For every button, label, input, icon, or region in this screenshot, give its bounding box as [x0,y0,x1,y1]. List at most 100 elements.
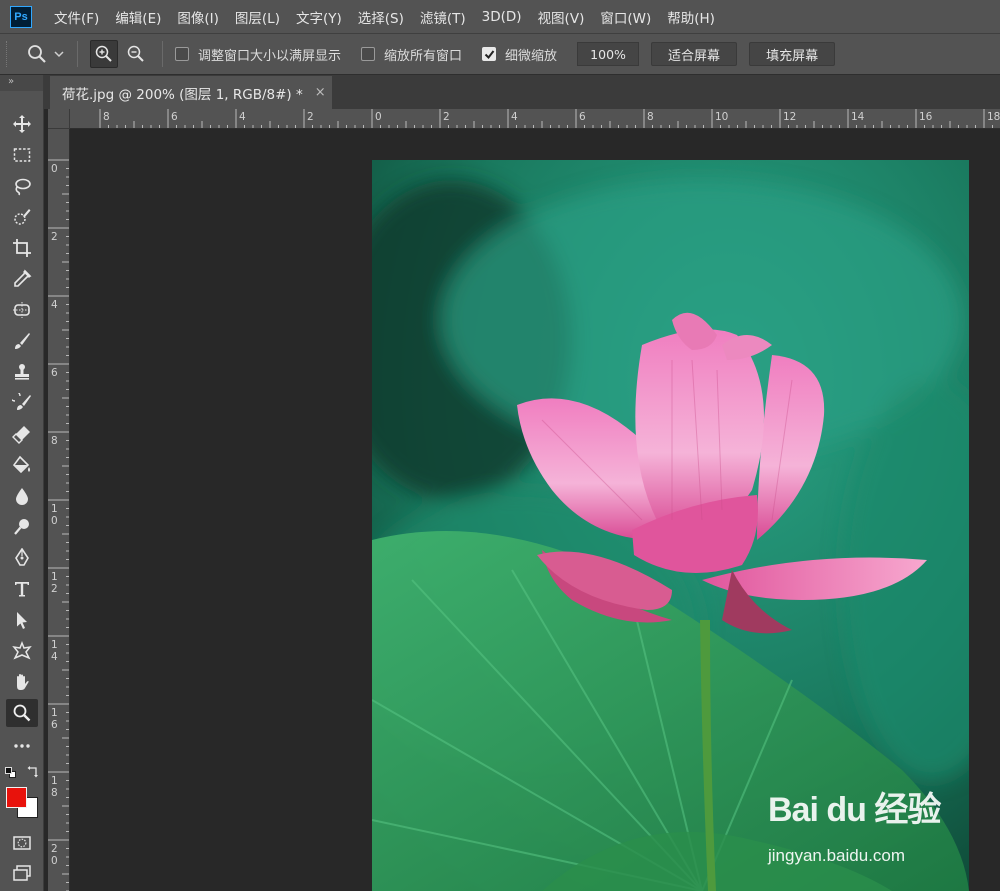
custom-shape-tool[interactable] [6,637,38,665]
type-tool[interactable] [6,575,38,603]
swap-colors-icon[interactable] [26,765,40,779]
ruler-label: 8 [51,787,58,799]
brush-tool[interactable] [6,327,38,355]
dodge-tool[interactable] [6,513,38,541]
baidu-jingyan-watermark: Bai du 经验 jingyan.baidu.com [768,782,948,872]
lasso-tool[interactable] [6,172,38,200]
foreground-color-swatch[interactable] [6,787,27,808]
checkbox-box[interactable] [175,47,189,61]
menu-select[interactable]: 选择(S) [358,7,404,27]
crop-tool[interactable] [6,234,38,262]
chevron-down-icon [54,51,64,58]
blur-tool[interactable] [6,482,38,510]
zoom-icon [13,704,31,722]
ruler-label: 0 [51,515,58,527]
close-icon[interactable]: × [315,85,326,100]
paint-bucket-tool[interactable] [6,451,38,479]
ruler-label: 1 [51,639,58,651]
zoom-out-button[interactable] [122,40,150,68]
document-tab-bar: 荷花.jpg @ 200% (图层 1, RGB/8#) * × [44,75,1000,109]
edit-toolbar-button[interactable] [6,732,38,760]
clone-stamp-tool[interactable] [6,358,38,386]
hand-tool[interactable] [6,668,38,696]
checkbox-box-checked[interactable] [482,47,497,61]
vertical-ruler-ticks: 02468101214161820 [48,159,69,891]
history-brush-icon [12,393,31,410]
ruler-label: 0 [51,163,58,175]
tool-preset-picker[interactable] [26,43,65,65]
pen-icon [15,548,29,566]
eyedropper-tool[interactable] [6,265,38,293]
ruler-label: 2 [443,111,450,123]
zoom-in-icon [95,45,112,62]
checkbox-box[interactable] [361,47,376,61]
zoom-tool-icon [28,45,46,63]
vertical-ruler[interactable]: 02468101214161820 [48,129,70,891]
zoom-all-windows-checkbox[interactable]: 缩放所有窗口 [361,45,462,64]
menu-window[interactable]: 窗口(W) [600,7,651,27]
ruler-label: 6 [171,111,178,123]
type-t-icon [15,582,29,597]
zoom-percent-field[interactable]: 100% [577,42,640,66]
document-tab[interactable]: 荷花.jpg @ 200% (图层 1, RGB/8#) * × [50,76,332,109]
eraser-icon [12,426,30,444]
menu-3d[interactable]: 3D(D) [482,9,522,25]
ruler-label: 4 [51,299,58,311]
marquee-tool[interactable] [6,141,38,169]
ruler-label: 18 [987,111,1000,123]
menu-bar: Ps 文件(F) 编辑(E) 图像(I) 图层(L) 文字(Y) 选择(S) 滤… [0,0,1000,33]
ruler-label: 1 [51,571,58,583]
menu-image[interactable]: 图像(I) [177,7,219,27]
options-bar-grip[interactable] [6,41,12,67]
ruler-label: 1 [51,503,58,515]
options-bar: 调整窗口大小以满屏显示 缩放所有窗口 细微缩放 100% 适合屏幕 填充屏幕 [0,33,1000,75]
default-colors-icon[interactable] [5,767,17,779]
ruler-label: 1 [51,775,58,787]
document-tab-title: 荷花.jpg @ 200% (图层 1, RGB/8#) * [62,86,303,103]
menu-type[interactable]: 文字(Y) [296,7,342,27]
ruler-label: 14 [851,111,865,123]
fill-screen-button[interactable]: 填充屏幕 [749,42,836,66]
eyedropper-icon [14,269,32,287]
arrow-pointer-icon [17,612,27,629]
scrubby-zoom-checkbox[interactable]: 细微缩放 [482,45,557,64]
watermark-url: jingyan.baidu.com [768,846,906,865]
ruler-label: 6 [51,719,58,731]
ruler-label: 2 [307,111,314,123]
healing-brush-tool[interactable] [6,296,38,324]
resize-windows-checkbox[interactable]: 调整窗口大小以满屏显示 [175,45,341,64]
menu-file[interactable]: 文件(F) [54,7,99,27]
ruler-label: 4 [511,111,518,123]
menu-view[interactable]: 视图(V) [538,7,585,27]
ruler-label: 12 [783,111,796,123]
history-brush-tool[interactable] [6,389,38,417]
horizontal-ruler[interactable]: 8 6 4 2 0 2 4 6 8 10 12 14 16 18 [70,109,1000,129]
ruler-label: 8 [647,111,654,123]
menu-help[interactable]: 帮助(H) [667,7,715,27]
lasso-icon [15,178,31,196]
ruler-origin[interactable] [48,109,70,129]
menu-edit[interactable]: 编辑(E) [115,7,161,27]
ruler-label: 6 [579,111,586,123]
move-tool[interactable] [6,110,38,138]
quick-mask-button[interactable] [6,829,38,857]
menu-filter[interactable]: 滤镜(T) [420,7,466,27]
photoshop-logo: Ps [10,5,32,28]
options-separator [162,41,163,67]
tools-collapse-toggle[interactable]: » [0,75,43,91]
fit-screen-button[interactable]: 适合屏幕 [651,42,738,66]
zoom-in-button[interactable] [90,40,118,68]
document-canvas[interactable] [70,129,1000,891]
screen-mode-button[interactable] [6,859,38,887]
horizontal-ruler-ticks: 8 6 4 2 0 2 4 6 8 10 12 14 16 18 [99,109,1000,128]
zoom-tool[interactable] [6,699,38,727]
dodge-icon [14,519,29,535]
pen-tool[interactable] [6,544,38,572]
ruler-label: 8 [51,435,58,447]
ruler-label: 2 [51,583,58,595]
ruler-label: 10 [715,111,728,123]
path-selection-tool[interactable] [6,606,38,634]
quick-selection-tool[interactable] [6,203,38,231]
menu-layer[interactable]: 图层(L) [235,7,280,27]
eraser-tool[interactable] [6,420,38,448]
